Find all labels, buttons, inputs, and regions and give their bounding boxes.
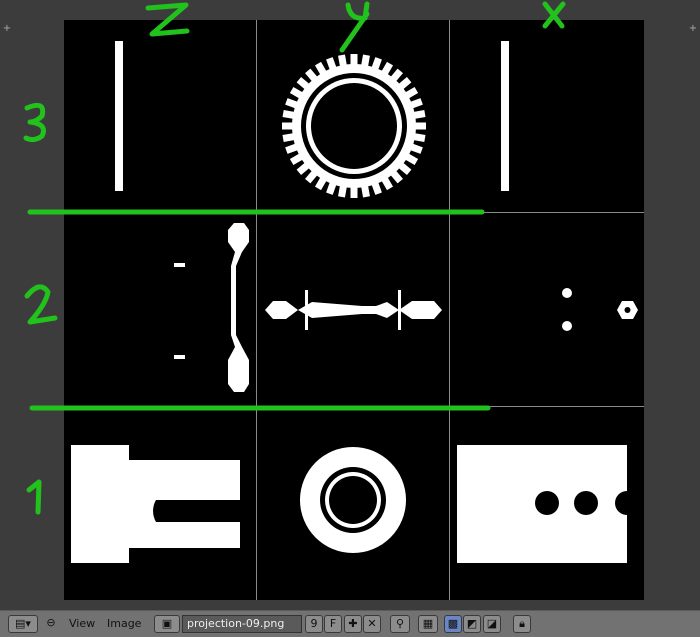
gear-tooth — [350, 186, 358, 198]
side-bar-shape — [501, 41, 509, 191]
collapse-icon[interactable]: ⊖ — [44, 615, 58, 633]
gear-tooth — [414, 122, 426, 130]
gear-tooth — [409, 98, 423, 109]
gear-tooth — [282, 132, 296, 142]
render-slot-icon[interactable]: ▦ — [418, 615, 438, 633]
dash-shape — [174, 263, 185, 267]
pin-icon[interactable]: ⚲ — [390, 615, 410, 633]
gear-tooth — [409, 143, 423, 154]
fake-user-button[interactable]: F — [324, 615, 342, 633]
gear-tooth — [285, 143, 299, 154]
dot-shape — [562, 288, 572, 298]
area-split-corner-icon[interactable]: + — [2, 24, 12, 34]
gear-tooth — [371, 181, 382, 195]
dash-shape — [174, 355, 185, 359]
projection-shapes — [71, 41, 639, 563]
alpha-checker-icon[interactable]: ▩ — [444, 615, 462, 633]
gear-tooth — [360, 54, 370, 68]
gear-tooth — [285, 98, 299, 109]
area-split-corner-icon[interactable]: + — [688, 24, 698, 34]
tick-shape — [398, 290, 401, 330]
gear-tooth — [338, 54, 348, 68]
gear-tooth — [338, 184, 348, 198]
gear-tooth — [412, 110, 426, 120]
lock-icon[interactable]: 🔒︎ — [513, 615, 531, 633]
annotation-3 — [23, 102, 46, 143]
users-count: 9 — [305, 615, 323, 633]
editor-type-icon[interactable]: ▤▾ — [8, 615, 38, 633]
gear-shape — [282, 54, 426, 198]
gear-tooth — [371, 57, 382, 71]
annotation-2 — [24, 284, 58, 325]
unlink-icon[interactable]: ✕ — [363, 615, 381, 633]
gear-tooth — [282, 110, 296, 120]
u-bracket-shape — [71, 445, 240, 563]
annotation-1 — [26, 479, 42, 515]
rod-vertical-shape — [228, 223, 249, 392]
image-canvas[interactable]: + + — [0, 0, 700, 610]
gear-tooth — [326, 57, 337, 71]
menu-image[interactable]: Image — [107, 617, 141, 630]
gear-tooth — [326, 181, 337, 195]
dot-shape — [562, 321, 572, 331]
image-editor-header: ▤▾ ⊖ View Image ▣ projection-09.png 9 F … — [0, 610, 700, 637]
tick-shape — [305, 290, 308, 330]
image-browse-icon[interactable]: ▣ — [154, 615, 180, 633]
z-buffer-icon[interactable]: ◪ — [483, 615, 501, 633]
image-name-field[interactable]: projection-09.png — [182, 615, 302, 633]
washer-shape — [300, 447, 406, 553]
alpha-icon[interactable]: ◩ — [463, 615, 481, 633]
gear-tooth — [360, 184, 370, 198]
side-bar-shape — [115, 41, 123, 191]
rod-horizontal-shape — [265, 301, 442, 319]
gear-tooth — [350, 54, 358, 66]
projection-image — [64, 20, 644, 600]
gear-tooth — [282, 122, 294, 130]
new-image-icon[interactable]: ✚ — [344, 615, 362, 633]
menu-view[interactable]: View — [69, 617, 95, 630]
gear-tooth — [412, 132, 426, 142]
